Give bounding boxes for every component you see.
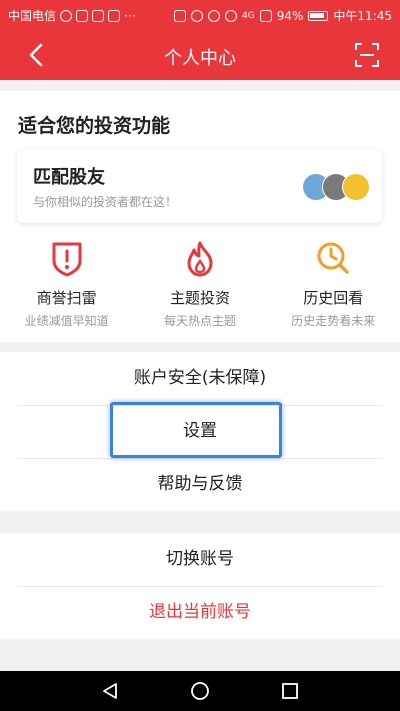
help-feedback-item[interactable]: 帮助与反馈 <box>0 458 400 511</box>
shield-check-icon <box>60 9 73 22</box>
header: 个人中心 <box>0 30 400 80</box>
card-subtitle: 与你相似的投资者都在这！ <box>33 195 178 209</box>
match-friends-card[interactable]: 匹配股友 与你相似的投资者都在这！ <box>17 149 382 223</box>
feature-label: 历史回看 <box>303 289 364 307</box>
scan-icon[interactable] <box>354 42 380 68</box>
system-nav-bar <box>0 671 400 711</box>
avatar-group <box>302 173 370 201</box>
alarm-icon <box>191 9 204 22</box>
feature-subtitle: 历史走势看未来 <box>291 314 376 328</box>
nfc-icon <box>174 9 187 22</box>
feature-subtitle: 每天热点主题 <box>163 314 236 328</box>
key-icon <box>76 9 89 22</box>
feature-history-review[interactable]: 历史回看 历史走势看未来 <box>267 241 400 341</box>
invest-features-panel: 适合您的投资功能 匹配股友 与你相似的投资者都在这！ 商誉扫雷 业绩减值早知道 … <box>0 91 400 342</box>
section-title: 适合您的投资功能 <box>18 115 171 137</box>
carrier-label: 中国电信 <box>8 9 57 23</box>
nav-recents-icon[interactable] <box>281 682 299 700</box>
nav-home-icon[interactable] <box>190 681 210 701</box>
account-menu-group: 切换账号 退出当前账号 <box>0 533 400 639</box>
card-title: 匹配股友 <box>33 167 105 188</box>
nav-back-icon[interactable] <box>101 682 119 700</box>
wifi-icon <box>225 9 238 22</box>
status-bar: 中国电信 ··· 4G 94% 中午11:45 <box>0 0 400 30</box>
feature-row: 商誉扫雷 业绩减值早知道 主题投资 每天热点主题 历史回看 历史走势看未来 <box>0 241 400 341</box>
more-notifications: ··· <box>124 8 136 23</box>
feature-goodwill-scan[interactable]: 商誉扫雷 业绩减值早知道 <box>0 241 133 341</box>
battery-percent: 94% <box>276 8 304 23</box>
feature-label: 商誉扫雷 <box>36 289 97 307</box>
account-security-item[interactable]: 账户安全(未保障) <box>0 352 400 405</box>
clock: 中午11:45 <box>333 9 392 23</box>
logout-item[interactable]: 退出当前账号 <box>0 586 400 639</box>
app-notification-icon-2 <box>108 9 121 22</box>
battery-icon <box>308 10 329 21</box>
feature-theme-invest[interactable]: 主题投资 每天热点主题 <box>133 241 266 341</box>
clock-search-icon <box>317 242 349 274</box>
selection-highlight <box>110 402 282 458</box>
page-title: 个人中心 <box>164 48 236 69</box>
shield-alert-icon <box>52 242 82 277</box>
avatar <box>342 173 370 201</box>
signal-icon <box>259 9 272 22</box>
feature-subtitle: 业绩减值早知道 <box>24 314 109 328</box>
switch-account-item[interactable]: 切换账号 <box>0 533 400 586</box>
network-type: 4G <box>242 10 255 21</box>
eye-comfort-icon <box>208 9 221 22</box>
flame-icon <box>187 241 213 277</box>
feature-label: 主题投资 <box>169 289 230 307</box>
app-notification-icon <box>92 9 105 22</box>
